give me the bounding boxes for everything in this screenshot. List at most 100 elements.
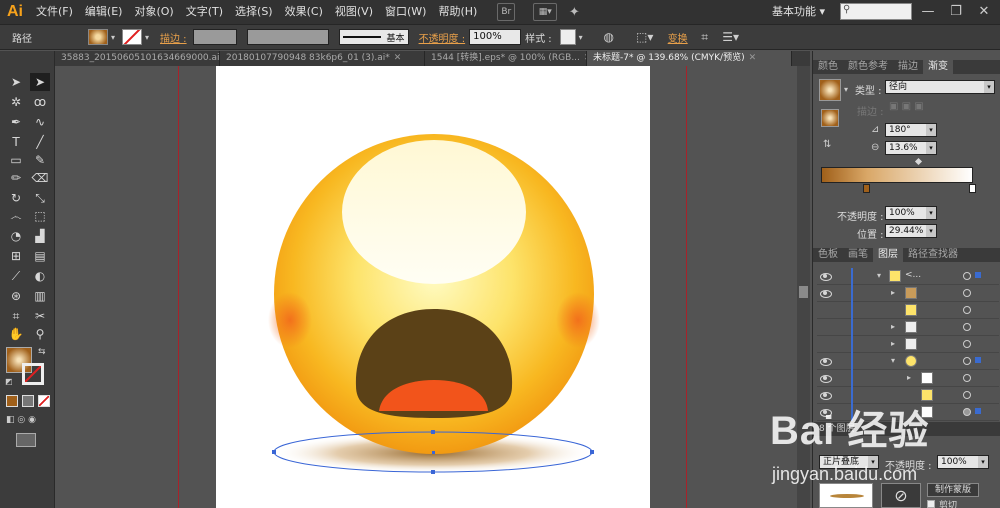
- guide-line[interactable]: [178, 66, 179, 508]
- tab-stroke[interactable]: 描边: [893, 60, 923, 74]
- warp-tool-icon[interactable]: ෴: [6, 207, 26, 225]
- tab-gradient[interactable]: 渐变: [923, 60, 953, 74]
- layer-target-icon[interactable]: [963, 289, 971, 297]
- anchor-point[interactable]: [431, 430, 435, 434]
- lasso-tool-icon[interactable]: ꝏ: [30, 93, 50, 111]
- doc-tab[interactable]: 35883_20150605101634669000.ai*✕: [55, 51, 220, 66]
- stroke-dropdown-icon[interactable]: ▾: [142, 29, 152, 45]
- type-tool-icon[interactable]: T: [6, 133, 26, 151]
- gradient-type-select[interactable]: 径向 ▾: [885, 80, 995, 94]
- bridge-icon[interactable]: Br: [497, 3, 516, 21]
- restore-button[interactable]: ❐: [942, 0, 970, 24]
- visibility-eye-icon[interactable]: [820, 374, 832, 383]
- fill-dropdown-icon[interactable]: ▾: [108, 29, 118, 45]
- layer-target-icon[interactable]: [963, 272, 971, 280]
- gradient-tool-icon[interactable]: ▤: [30, 247, 50, 265]
- layer-row[interactable]: ▸: [817, 336, 999, 353]
- stroke-label[interactable]: 描边 :: [160, 30, 187, 45]
- search-input[interactable]: [840, 3, 912, 20]
- line-tool-icon[interactable]: ╱: [30, 133, 50, 151]
- shape-builder-tool-icon[interactable]: ◔: [6, 227, 26, 245]
- expand-arrow-icon[interactable]: ▾: [891, 356, 895, 365]
- magic-wand-tool-icon[interactable]: ✲: [6, 93, 26, 111]
- guide-line[interactable]: [686, 66, 687, 508]
- curvature-tool-icon[interactable]: ∿: [30, 113, 50, 131]
- expand-arrow-icon[interactable]: ▸: [891, 322, 895, 331]
- slice-tool-icon[interactable]: ✂: [30, 307, 50, 325]
- layer-target-icon[interactable]: [963, 357, 971, 365]
- menu-edit[interactable]: 编辑(E): [79, 0, 129, 24]
- style-dropdown-icon[interactable]: ▾: [576, 29, 586, 45]
- expand-arrow-icon[interactable]: ▸: [891, 339, 895, 348]
- stroke-color-indicator[interactable]: [22, 363, 44, 385]
- layer-row[interactable]: ▸: [817, 370, 999, 387]
- free-transform-tool-icon[interactable]: ⬚: [30, 207, 50, 225]
- menu-select[interactable]: 选择(S): [229, 0, 279, 24]
- variable-width-field[interactable]: [246, 29, 329, 45]
- gpu-performance-icon[interactable]: ✦: [565, 3, 583, 21]
- layer-target-icon[interactable]: [963, 323, 971, 331]
- eraser-tool-icon[interactable]: ⌫: [30, 169, 50, 187]
- transform-label[interactable]: 变换: [668, 30, 688, 45]
- layer-row[interactable]: ▾ <...: [817, 268, 999, 285]
- rectangle-tool-icon[interactable]: ▭: [6, 151, 26, 169]
- symbol-sprayer-tool-icon[interactable]: ⊛: [6, 287, 26, 305]
- gradient-angle-input[interactable]: 180° ▾: [885, 123, 937, 137]
- gradient-aspect-input[interactable]: 13.6% ▾: [885, 141, 937, 155]
- gradient-stop-end[interactable]: [969, 184, 976, 193]
- column-graph-tool-icon[interactable]: ▥: [30, 287, 50, 305]
- stroke-profile-select[interactable]: 基本: [338, 29, 409, 45]
- close-tab-icon[interactable]: ✕: [749, 53, 757, 63]
- close-button[interactable]: ✕: [970, 0, 998, 24]
- gradient-position-input[interactable]: 29.44% ▾: [885, 224, 937, 238]
- pencil-tool-icon[interactable]: ✏: [6, 169, 26, 187]
- recolor-artwork-icon[interactable]: ◍: [600, 28, 618, 46]
- menu-window[interactable]: 窗口(W): [379, 0, 432, 24]
- menu-type[interactable]: 文字(T): [180, 0, 229, 24]
- opacity-input[interactable]: 100%: [469, 29, 522, 45]
- tab-color[interactable]: 颜色: [813, 60, 843, 74]
- expand-arrow-icon[interactable]: ▸: [891, 288, 895, 297]
- color-mode-button[interactable]: [6, 395, 18, 407]
- gradient-slider[interactable]: [821, 167, 973, 183]
- stroke-weight-field[interactable]: [192, 29, 237, 45]
- layer-target-icon[interactable]: [963, 306, 971, 314]
- layer-row[interactable]: [817, 302, 999, 319]
- canvas[interactable]: [55, 66, 797, 508]
- none-mode-button[interactable]: [38, 395, 50, 407]
- selection-tool-icon[interactable]: ➤: [6, 73, 26, 91]
- hand-tool-icon[interactable]: ✋: [6, 325, 26, 343]
- screen-mode-icon[interactable]: [16, 433, 36, 447]
- tab-swatches[interactable]: 色板: [813, 248, 843, 262]
- eyedropper-tool-icon[interactable]: ⟋: [6, 267, 26, 285]
- tab-color-guide[interactable]: 颜色参考: [843, 60, 893, 74]
- rotate-tool-icon[interactable]: ↻: [6, 189, 26, 207]
- draw-mode-icon[interactable]: ◧ ◎ ◉: [6, 415, 50, 427]
- tab-pathfinder[interactable]: 路径查找器: [903, 248, 963, 262]
- layer-row[interactable]: ▸: [817, 319, 999, 336]
- doc-tab[interactable]: 20180107790948 83k6p6_01 (3).ai* ✕: [220, 51, 425, 66]
- menu-view[interactable]: 视图(V): [329, 0, 379, 24]
- layer-target-icon[interactable]: [963, 374, 971, 382]
- menu-file[interactable]: 文件(F): [30, 0, 79, 24]
- perspective-grid-tool-icon[interactable]: ▟: [30, 227, 50, 245]
- doc-tab[interactable]: 1544 [转换].eps* @ 100% (RGB...✕: [425, 51, 587, 66]
- paintbrush-tool-icon[interactable]: ✎: [30, 151, 50, 169]
- close-tab-icon[interactable]: ✕: [394, 53, 402, 63]
- scale-tool-icon[interactable]: ⤡: [30, 189, 50, 207]
- blend-tool-icon[interactable]: ◐: [30, 267, 50, 285]
- menu-help[interactable]: 帮助(H): [432, 0, 483, 24]
- align-icon[interactable]: ⬚▾: [636, 28, 654, 46]
- visibility-eye-icon[interactable]: [820, 289, 832, 298]
- zoom-tool-icon[interactable]: ⚲: [30, 325, 50, 343]
- workspace-switcher[interactable]: 基本功能 ▾: [772, 0, 825, 24]
- default-colors-icon[interactable]: ◩: [5, 377, 13, 386]
- gradient-opacity-input[interactable]: 100% ▾: [885, 206, 937, 220]
- expand-arrow-icon[interactable]: ▾: [877, 271, 881, 280]
- mesh-tool-icon[interactable]: ⊞: [6, 247, 26, 265]
- layer-target-icon[interactable]: [963, 340, 971, 348]
- visibility-eye-icon[interactable]: [820, 357, 832, 366]
- artboard[interactable]: [216, 66, 650, 508]
- anchor-point[interactable]: [272, 450, 276, 454]
- tab-layers[interactable]: 图层: [873, 248, 903, 262]
